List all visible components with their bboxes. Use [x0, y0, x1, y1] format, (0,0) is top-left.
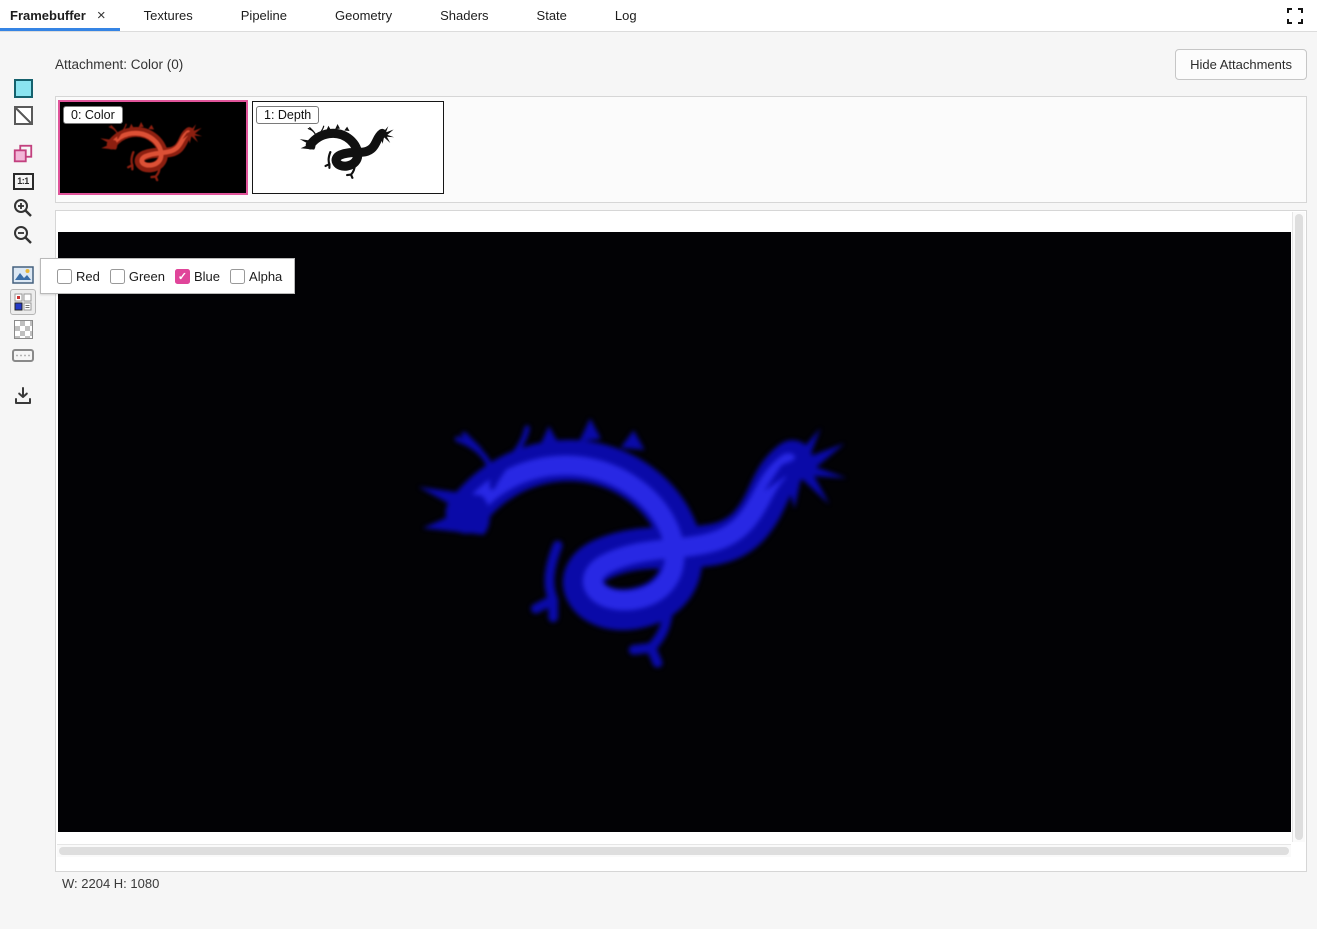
color-swatch-icon: [14, 79, 33, 98]
tab-label: Log: [615, 8, 637, 23]
channel-label: Alpha: [249, 269, 282, 284]
depth-attachment-preview: [293, 115, 403, 181]
attachment-thumbnail-label: 0: Color: [63, 106, 123, 124]
side-toolbar: 1:1: [0, 31, 46, 929]
attachment-thumbnail-color[interactable]: 0: Color: [58, 100, 248, 195]
tab-label: Geometry: [335, 8, 392, 23]
framebuffer-viewport: [55, 210, 1307, 872]
one-to-one-zoom-button[interactable]: 1:1: [10, 168, 36, 194]
close-icon[interactable]: ×: [97, 8, 106, 23]
fullscreen-icon[interactable]: [1286, 7, 1304, 25]
one-to-one-icon: 1:1: [13, 173, 34, 190]
color-swatch-button[interactable]: [10, 75, 36, 101]
vertical-scrollbar-thumb[interactable]: [1295, 214, 1303, 840]
tab-label: Framebuffer: [10, 8, 86, 23]
no-color-swatch-icon: [14, 106, 33, 125]
frame-debugger-window: Framebuffer × Textures Pipeline Geometry…: [0, 0, 1317, 929]
checkbox-icon[interactable]: [175, 269, 190, 284]
zoom-out-icon: [13, 225, 33, 245]
channel-label: Red: [76, 269, 100, 284]
tab-textures[interactable]: Textures: [120, 0, 217, 31]
save-image-button[interactable]: [10, 383, 36, 409]
tab-pipeline[interactable]: Pipeline: [217, 0, 311, 31]
zoom-out-button[interactable]: [10, 222, 36, 248]
overlap-windows-icon: [12, 143, 34, 165]
tab-shaders[interactable]: Shaders: [416, 0, 512, 31]
framebuffer-image[interactable]: [58, 232, 1291, 832]
checkerboard-background-button[interactable]: [10, 316, 36, 342]
tab-label: State: [537, 8, 567, 23]
blue-channel-render: [388, 380, 888, 672]
channel-checkbox-green[interactable]: Green: [110, 269, 165, 284]
no-color-swatch-button[interactable]: [10, 102, 36, 128]
tab-geometry[interactable]: Geometry: [311, 0, 416, 31]
horizontal-scrollbar[interactable]: [57, 844, 1291, 857]
checkerboard-icon: [14, 320, 33, 339]
horizontal-scrollbar-thumb[interactable]: [59, 847, 1289, 855]
checkbox-icon[interactable]: [57, 269, 72, 284]
color-channels-button[interactable]: [10, 289, 36, 315]
tab-bar: Framebuffer × Textures Pipeline Geometry…: [0, 0, 1317, 32]
tab-state[interactable]: State: [513, 0, 591, 31]
color-channels-icon: [14, 293, 32, 311]
zoom-in-icon: [13, 198, 33, 218]
channel-checkbox-blue[interactable]: Blue: [175, 269, 220, 284]
channel-label: Blue: [194, 269, 220, 284]
channel-toggle-toolbar: Red Green Blue Alpha: [40, 258, 295, 294]
channel-checkbox-red[interactable]: Red: [57, 269, 100, 284]
tab-log[interactable]: Log: [591, 0, 661, 31]
checkbox-icon[interactable]: [230, 269, 245, 284]
hide-attachments-button[interactable]: Hide Attachments: [1175, 49, 1307, 80]
range-icon: [12, 349, 34, 363]
channel-label: Green: [129, 269, 165, 284]
image-icon: [12, 266, 34, 284]
overlap-windows-button[interactable]: [10, 141, 36, 167]
attachments-strip: 0: Color 1: Depth: [55, 96, 1307, 203]
tab-label: Textures: [144, 8, 193, 23]
attachment-thumbnail-depth[interactable]: 1: Depth: [252, 101, 444, 194]
image-dimensions-status: W: 2204 H: 1080: [62, 876, 159, 891]
range-button[interactable]: [10, 343, 36, 369]
image-view-button[interactable]: [10, 262, 36, 288]
attachment-title: Attachment: Color (0): [55, 57, 183, 72]
tab-label: Shaders: [440, 8, 488, 23]
vertical-scrollbar[interactable]: [1292, 212, 1305, 842]
channel-checkbox-alpha[interactable]: Alpha: [230, 269, 282, 284]
tab-framebuffer[interactable]: Framebuffer ×: [0, 0, 120, 31]
checkbox-icon[interactable]: [110, 269, 125, 284]
zoom-in-button[interactable]: [10, 195, 36, 221]
save-icon: [13, 386, 33, 406]
attachments-header: Attachment: Color (0) Hide Attachments: [55, 46, 1307, 82]
attachment-thumbnail-label: 1: Depth: [256, 106, 319, 124]
tab-label: Pipeline: [241, 8, 287, 23]
